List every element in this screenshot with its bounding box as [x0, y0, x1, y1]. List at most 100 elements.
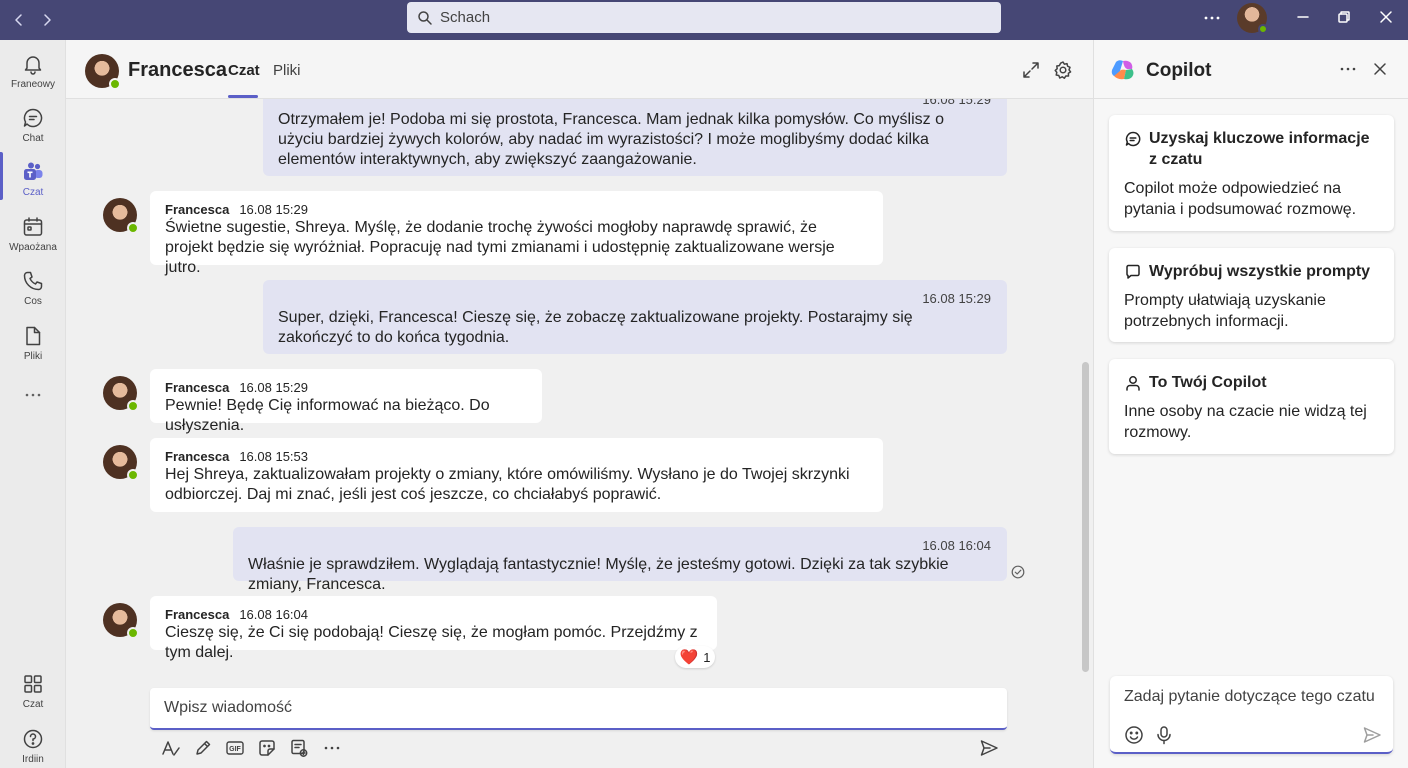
search-icon [417, 10, 433, 26]
copilot-logo-icon [1110, 57, 1136, 83]
heart-icon: ❤️ [679, 649, 699, 666]
copilot-card-prompts[interactable]: Wypróbuj wszystkie prompty Prompty ułatw… [1109, 248, 1394, 342]
file-icon [21, 324, 45, 348]
rail-label: Irdiin [22, 754, 44, 765]
rail-label: Wpaożana [9, 242, 57, 253]
rail-item-help[interactable]: Irdiin [0, 725, 66, 768]
message-bubble-theirs[interactable]: Francesca 16.08 15:53 Hej Shreya, zaktual… [150, 438, 883, 512]
person-icon [1124, 374, 1142, 392]
loop-component-icon[interactable] [288, 737, 310, 759]
chat-header: Francesca Czat Pliki [66, 40, 1093, 99]
emoji-icon[interactable] [1123, 724, 1145, 746]
rail-label: Czat [22, 699, 44, 710]
back-arrow-icon[interactable] [9, 10, 29, 30]
message-time: 16.08 15:53 [239, 449, 309, 464]
svg-text:GIF: GIF [229, 746, 241, 753]
search-placeholder: Schach [440, 9, 491, 26]
rail-item-files[interactable]: Pliki [0, 322, 66, 372]
message-text: Otrzymałem je! Podoba mi się prostota, F… [278, 111, 945, 168]
presence-dot [127, 469, 139, 481]
scrollbar-thumb[interactable] [1082, 362, 1089, 672]
rail-item-teams[interactable]: Czat [0, 158, 66, 208]
rail-item-calendar[interactable]: Wpaożana [0, 213, 66, 263]
calendar-icon [21, 215, 45, 239]
presence-dot [127, 400, 139, 412]
rail-label: Pliki [23, 351, 43, 362]
message-bubble-mine[interactable]: 16.08 16:04 Właśnie je sprawdziłem. Wygl… [233, 527, 1007, 593]
sender-name: Francesca [165, 380, 230, 395]
format-icon[interactable] [160, 737, 182, 759]
forward-arrow-icon[interactable] [37, 10, 57, 30]
chat-bubble-icon [1124, 130, 1142, 148]
card-body: Prompty ułatwiają uzyskanie potrzebnych … [1124, 292, 1326, 330]
message-bubble-mine[interactable]: 16.08 15:29 Otrzymałem je! Podoba mi się… [263, 99, 1007, 176]
rail-item-apps[interactable]: Czat [0, 670, 66, 720]
settings-gear-icon[interactable] [1052, 59, 1074, 81]
rail-label: Czat [22, 187, 44, 198]
message-bubble-theirs[interactable]: Francesca 16.08 16:04 Cieszę się, że Ci s… [150, 596, 717, 661]
tab-files[interactable]: Pliki [273, 62, 301, 79]
sender-avatar[interactable] [103, 376, 139, 412]
sender-avatar[interactable] [103, 198, 139, 234]
profile-avatar[interactable] [1237, 3, 1268, 34]
sender-name: Francesca [165, 202, 230, 217]
copilot-more-icon[interactable] [1338, 59, 1358, 79]
message-bubble-mine[interactable]: 16.08 15:29 Super, dzięki, Francesca! Ci… [263, 280, 1007, 354]
pen-icon[interactable] [192, 737, 214, 759]
rail-item-calls[interactable]: Cos [0, 267, 66, 317]
card-title: To Twój Copilot [1149, 374, 1267, 391]
rail-item-chat[interactable]: Chat [0, 104, 66, 154]
microphone-icon[interactable] [1153, 724, 1175, 746]
message-text: Właśnie je sprawdziłem. Wyglądają fantas… [248, 556, 949, 593]
title-bar: Schach [0, 0, 1408, 40]
presence-dot [127, 627, 139, 639]
send-icon[interactable] [1361, 724, 1383, 746]
message-bubble-theirs[interactable]: Francesca 16.08 15:29 Świetne sugestie, S… [150, 191, 883, 276]
rail-label: Franeowy [11, 79, 55, 90]
active-tab-indicator [228, 95, 258, 98]
message-time: 16.08 15:29 [922, 99, 991, 107]
message-text: Super, dzięki, Francesca! Cieszę się, że… [278, 309, 913, 346]
compose-box[interactable] [150, 688, 1007, 730]
send-icon[interactable] [978, 737, 1000, 759]
rail-item-activity[interactable]: Franeowy [0, 50, 66, 100]
message-list[interactable]: 16.08 15:29 Otrzymałem je! Podoba mi się… [66, 99, 1093, 679]
copilot-header: Copilot [1094, 40, 1408, 99]
tab-chat[interactable]: Czat [228, 62, 260, 79]
copilot-card-key-info[interactable]: Uzyskaj kluczowe informacje z czatu Copi… [1109, 115, 1394, 231]
more-options-icon[interactable] [1200, 8, 1224, 28]
bell-icon [21, 52, 45, 76]
pop-out-icon[interactable] [1020, 59, 1042, 81]
close-window-icon[interactable] [1377, 8, 1395, 26]
sender-name: Francesca [165, 449, 230, 464]
phone-icon [21, 269, 45, 293]
restore-icon[interactable] [1335, 8, 1353, 26]
comment-icon [1124, 263, 1142, 281]
message-bubble-theirs[interactable]: Francesca 16.08 15:29 Pewnie! Będę Cię in… [150, 369, 542, 434]
teams-icon [21, 160, 45, 184]
copilot-input-box[interactable] [1110, 676, 1393, 754]
card-title: Uzyskaj kluczowe informacje z czatu [1149, 130, 1370, 168]
sticker-icon[interactable] [256, 737, 278, 759]
message-input[interactable] [150, 688, 1007, 728]
close-icon[interactable] [1370, 59, 1390, 79]
more-actions-icon[interactable] [321, 737, 343, 759]
heart-reaction[interactable]: ❤️ 1 [675, 646, 715, 668]
gif-icon[interactable]: GIF [224, 737, 246, 759]
search-bar[interactable]: Schach [407, 2, 1001, 33]
presence-dot [127, 222, 139, 234]
message-time: 16.08 15:29 [922, 291, 991, 306]
chat-bubble-icon [21, 106, 45, 130]
copilot-question-input[interactable] [1110, 676, 1393, 720]
rail-label: Cos [24, 296, 42, 307]
card-title: Wypróbuj wszystkie prompty [1149, 263, 1371, 280]
read-receipt-icon [1011, 565, 1025, 579]
more-apps-icon[interactable] [22, 385, 44, 405]
minimize-icon[interactable] [1294, 8, 1312, 26]
sender-avatar[interactable] [103, 603, 139, 639]
message-time: 16.08 16:04 [239, 607, 309, 622]
message-text: Hej Shreya, zaktualizowałam projekty o z… [165, 466, 850, 503]
copilot-card-privacy[interactable]: To Twój Copilot Inne osoby na czacie nie… [1109, 359, 1394, 454]
sender-avatar[interactable] [103, 445, 139, 481]
contact-avatar[interactable] [85, 54, 121, 90]
